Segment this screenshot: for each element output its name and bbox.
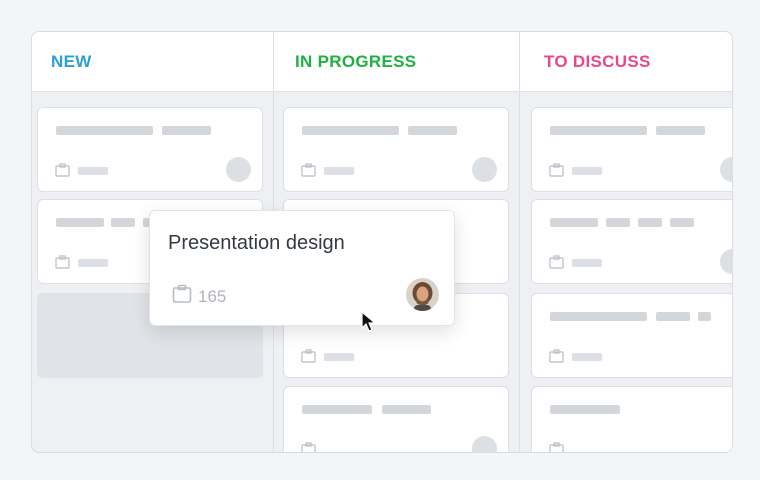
task-card[interactable] — [283, 386, 509, 452]
clipboard-icon — [549, 163, 564, 177]
board-header: NEW IN PROGRESS TO DISCUSS — [32, 32, 732, 92]
assignee-avatar[interactable] — [406, 278, 439, 311]
placeholder-text — [111, 218, 135, 227]
task-card[interactable] — [531, 293, 732, 378]
dragged-task-card[interactable]: Presentation design 165 — [149, 210, 455, 326]
mouse-cursor-icon — [361, 311, 377, 332]
column-title-to-discuss[interactable]: TO DISCUSS — [544, 52, 651, 72]
placeholder-text — [698, 312, 711, 321]
column-title-new[interactable]: NEW — [51, 52, 92, 72]
placeholder-text — [656, 312, 690, 321]
placeholder-count — [572, 259, 602, 267]
placeholder-count — [78, 167, 108, 175]
avatar — [720, 249, 732, 274]
placeholder-count — [572, 167, 602, 175]
placeholder-count — [78, 259, 108, 267]
placeholder-text — [162, 126, 211, 135]
column-divider — [519, 32, 520, 452]
placeholder-text — [550, 218, 598, 227]
clipboard-icon — [55, 163, 70, 177]
placeholder-text — [56, 218, 104, 227]
avatar — [472, 436, 497, 452]
task-card[interactable] — [531, 386, 732, 452]
avatar — [472, 157, 497, 182]
placeholder-text — [638, 218, 662, 227]
placeholder-count — [572, 353, 602, 361]
placeholder-count — [324, 353, 354, 361]
clipboard-icon — [301, 442, 316, 452]
placeholder-text — [550, 312, 647, 321]
placeholder-text — [408, 126, 457, 135]
task-card[interactable] — [531, 107, 732, 192]
placeholder-text — [302, 126, 399, 135]
placeholder-text — [550, 126, 647, 135]
placeholder-count — [324, 167, 354, 175]
task-card[interactable] — [37, 107, 263, 192]
clipboard-icon — [549, 442, 564, 452]
clipboard-icon — [549, 349, 564, 363]
task-card[interactable] — [283, 107, 509, 192]
clipboard-icon — [549, 255, 564, 269]
clipboard-icon — [172, 284, 192, 303]
task-title: Presentation design — [168, 232, 345, 254]
avatar — [720, 157, 732, 182]
clipboard-icon — [301, 349, 316, 363]
placeholder-text — [382, 405, 431, 414]
placeholder-text — [670, 218, 694, 227]
placeholder-text — [302, 405, 372, 414]
task-card[interactable] — [531, 199, 732, 284]
task-count: 165 — [198, 287, 227, 306]
clipboard-icon — [55, 255, 70, 269]
placeholder-text — [606, 218, 630, 227]
placeholder-text — [656, 126, 705, 135]
avatar — [226, 157, 251, 182]
clipboard-icon — [301, 163, 316, 177]
placeholder-text — [550, 405, 620, 414]
column-title-in-progress[interactable]: IN PROGRESS — [295, 52, 416, 72]
placeholder-text — [56, 126, 153, 135]
